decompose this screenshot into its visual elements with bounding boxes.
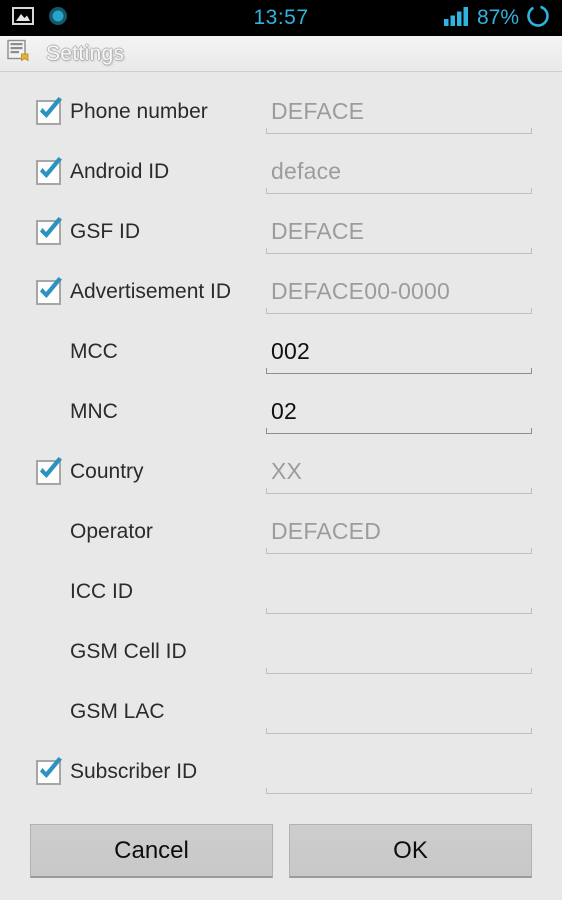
battery-percentage: 87% xyxy=(476,6,519,29)
input-icc-id[interactable] xyxy=(266,570,532,614)
status-bar: 13:57 87% xyxy=(0,0,562,36)
input-value: 02 xyxy=(271,398,297,424)
settings-row: Operator DEFACED xyxy=(0,502,562,562)
checkbox-country[interactable] xyxy=(36,456,62,485)
input-underline xyxy=(266,728,532,734)
input-underline xyxy=(266,488,532,494)
checkbox-slot xyxy=(36,276,70,305)
row-label: Android ID xyxy=(70,160,170,183)
status-bar-right-icons: 87% xyxy=(443,4,550,33)
settings-document-icon xyxy=(7,39,29,68)
input-advertisement-id[interactable]: DEFACE00-0000 xyxy=(266,270,532,314)
settings-row: MCC 002 xyxy=(0,322,562,382)
settings-row: Phone number DEFACE xyxy=(0,82,562,142)
settings-row: Advertisement ID DEFACE00-0000 xyxy=(0,262,562,322)
input-underline xyxy=(266,188,532,194)
signal-bars-icon xyxy=(443,6,470,31)
input-country[interactable]: XX xyxy=(266,450,532,494)
checkmark-icon xyxy=(35,275,66,311)
cancel-button[interactable]: Cancel xyxy=(30,824,273,878)
row-label: MNC xyxy=(70,400,118,423)
battery-ring-icon xyxy=(526,4,550,33)
checkmark-icon xyxy=(35,155,66,191)
input-underline xyxy=(266,308,532,314)
row-label: GSM Cell ID xyxy=(70,640,187,663)
input-underline xyxy=(266,608,532,614)
checkbox-subscriber-id[interactable] xyxy=(36,756,62,785)
input-gsm-cell-id[interactable] xyxy=(266,630,532,674)
input-operator[interactable]: DEFACED xyxy=(266,510,532,554)
input-value: 002 xyxy=(271,338,310,364)
settings-row: GSF ID DEFACE xyxy=(0,202,562,262)
row-label: GSM LAC xyxy=(70,700,165,723)
settings-row: Country XX xyxy=(0,442,562,502)
checkbox-android-id[interactable] xyxy=(36,156,62,185)
checkbox-phone-number[interactable] xyxy=(36,96,62,125)
input-value: DEFACE xyxy=(271,98,365,124)
input-underline xyxy=(266,248,532,254)
settings-row: MNC 02 xyxy=(0,382,562,442)
row-label: Advertisement ID xyxy=(70,280,232,303)
row-label: Phone number xyxy=(70,100,208,123)
input-underline xyxy=(266,548,532,554)
input-value: deface xyxy=(271,158,342,184)
status-bar-left-icons xyxy=(12,6,68,31)
input-underline xyxy=(266,788,532,794)
input-phone-number[interactable]: DEFACE xyxy=(266,90,532,134)
input-underline xyxy=(266,428,532,434)
input-value: DEFACE00-0000 xyxy=(271,278,451,304)
app-title-bar: Settings xyxy=(0,36,562,72)
input-value: DEFACE xyxy=(271,218,365,244)
row-label: Operator xyxy=(70,520,153,543)
checkmark-icon xyxy=(35,755,66,791)
settings-row: ICC ID xyxy=(0,562,562,622)
checkbox-slot xyxy=(36,156,70,185)
ok-button[interactable]: OK xyxy=(289,824,532,878)
checkmark-icon xyxy=(35,95,66,131)
input-mnc[interactable]: 02 xyxy=(266,390,532,434)
input-underline xyxy=(266,368,532,374)
checkmark-icon xyxy=(35,455,66,491)
recording-dot-icon xyxy=(48,6,68,31)
dialog-button-bar: Cancel OK xyxy=(0,818,562,900)
checkbox-slot xyxy=(36,456,70,485)
checkbox-slot xyxy=(36,96,70,125)
row-label: Subscriber ID xyxy=(70,760,198,783)
row-label: ICC ID xyxy=(70,580,133,603)
input-android-id[interactable]: deface xyxy=(266,150,532,194)
input-mcc[interactable]: 002 xyxy=(266,330,532,374)
checkbox-gsf-id[interactable] xyxy=(36,216,62,245)
checkbox-slot xyxy=(36,756,70,785)
row-label: MCC xyxy=(70,340,118,363)
checkbox-slot xyxy=(36,216,70,245)
input-value: XX xyxy=(271,458,303,484)
input-gsm-lac[interactable] xyxy=(266,690,532,734)
input-underline xyxy=(266,128,532,134)
checkmark-icon xyxy=(35,215,66,251)
input-gsf-id[interactable]: DEFACE xyxy=(266,210,532,254)
input-subscriber-id[interactable] xyxy=(266,750,532,794)
settings-row: GSM Cell ID xyxy=(0,622,562,682)
settings-row: Subscriber ID xyxy=(0,742,562,802)
image-icon xyxy=(12,6,34,30)
row-label: Country xyxy=(70,460,144,483)
page-title: Settings xyxy=(46,41,125,65)
input-value: DEFACED xyxy=(271,518,382,544)
checkbox-advertisement-id[interactable] xyxy=(36,276,62,305)
settings-row: Android ID deface xyxy=(0,142,562,202)
row-label: GSF ID xyxy=(70,220,141,243)
settings-form: Phone number DEFACE Android ID deface GSF ID… xyxy=(0,72,562,802)
settings-row: GSM LAC xyxy=(0,682,562,742)
input-underline xyxy=(266,668,532,674)
